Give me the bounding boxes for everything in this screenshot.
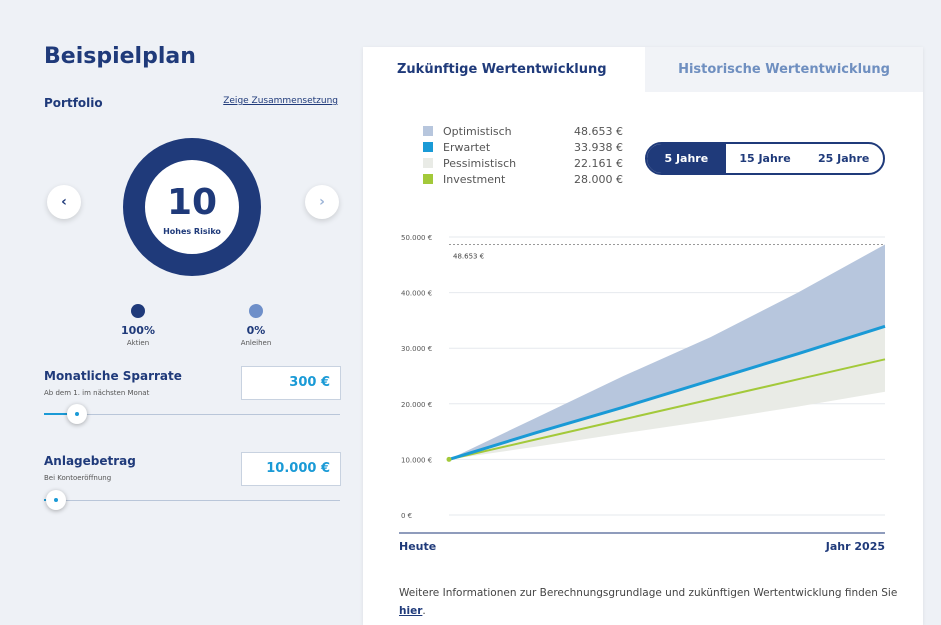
initial-amount-slider-track[interactable] <box>44 500 340 501</box>
footnote-end: . <box>422 605 426 617</box>
chevron-right-icon: › <box>319 194 325 210</box>
risk-level-number: 10 <box>166 182 218 223</box>
monthly-savings-title: Monatliche Sparrate <box>44 369 182 383</box>
start-point <box>446 456 452 462</box>
projection-card: Zukünftige Wertentwicklung Historische W… <box>363 47 923 625</box>
monthly-savings-slider-track[interactable] <box>44 414 340 415</box>
x-axis-start-label: Heute <box>399 540 437 553</box>
page-title: Beispielplan <box>44 44 196 69</box>
initial-amount-slider-thumb[interactable] <box>46 490 66 510</box>
monthly-savings-slider-thumb[interactable] <box>66 404 87 424</box>
max-value-label: 48.653 € <box>453 252 484 260</box>
y-tick-label: 40.000 € <box>401 290 432 298</box>
stocks-dot-icon <box>131 304 145 318</box>
projection-chart: 0 € 10.000 € 20.000 € 30.000 € 40.000 € 50.00… <box>399 234 886 534</box>
allocation-stocks: 100% Aktien <box>98 304 178 347</box>
y-tick-label: 30.000 € <box>401 345 432 353</box>
bonds-percent: 0% <box>246 324 266 337</box>
bonds-dot-icon <box>249 304 263 318</box>
stocks-percent: 100% <box>121 324 155 337</box>
monthly-savings-subtitle: Ab dem 1. im nächsten Monat <box>44 389 150 397</box>
initial-amount-input[interactable]: 10.000 € <box>241 452 341 486</box>
risk-level-label: Hohes Risiko <box>163 227 221 236</box>
chevron-left-icon: ‹ <box>61 194 67 210</box>
stocks-label: Aktien <box>126 339 150 347</box>
x-axis-end-label: Jahr 2025 <box>825 540 885 553</box>
show-composition-link[interactable]: Zeige Zusammensetzung <box>223 96 338 106</box>
y-tick-label: 50.000 € <box>401 234 432 242</box>
next-portfolio-button[interactable]: › <box>305 185 339 219</box>
allocation-bonds: 0% Anleihen <box>216 304 296 347</box>
y-tick-label: 10.000 € <box>401 456 432 464</box>
initial-amount-title: Anlagebetrag <box>44 454 136 468</box>
monthly-savings-input[interactable]: 300 € <box>241 366 341 400</box>
portfolio-label: Portfolio <box>44 96 103 110</box>
risk-ring: 10 Hohes Risiko <box>123 138 261 276</box>
y-tick-label: 0 € <box>401 512 412 520</box>
footnote: Weitere Informationen zur Berechnungsgru… <box>399 584 899 620</box>
plan-panel: Beispielplan Portfolio Zeige Zusammenset… <box>0 0 360 625</box>
footnote-text: Weitere Informationen zur Berechnungsgru… <box>399 587 898 599</box>
initial-amount-subtitle: Bei Kontoeröffnung <box>44 474 112 482</box>
footnote-link[interactable]: hier <box>399 605 422 617</box>
y-tick-label: 20.000 € <box>401 401 432 409</box>
bonds-label: Anleihen <box>240 339 272 347</box>
previous-portfolio-button[interactable]: ‹ <box>47 185 81 219</box>
